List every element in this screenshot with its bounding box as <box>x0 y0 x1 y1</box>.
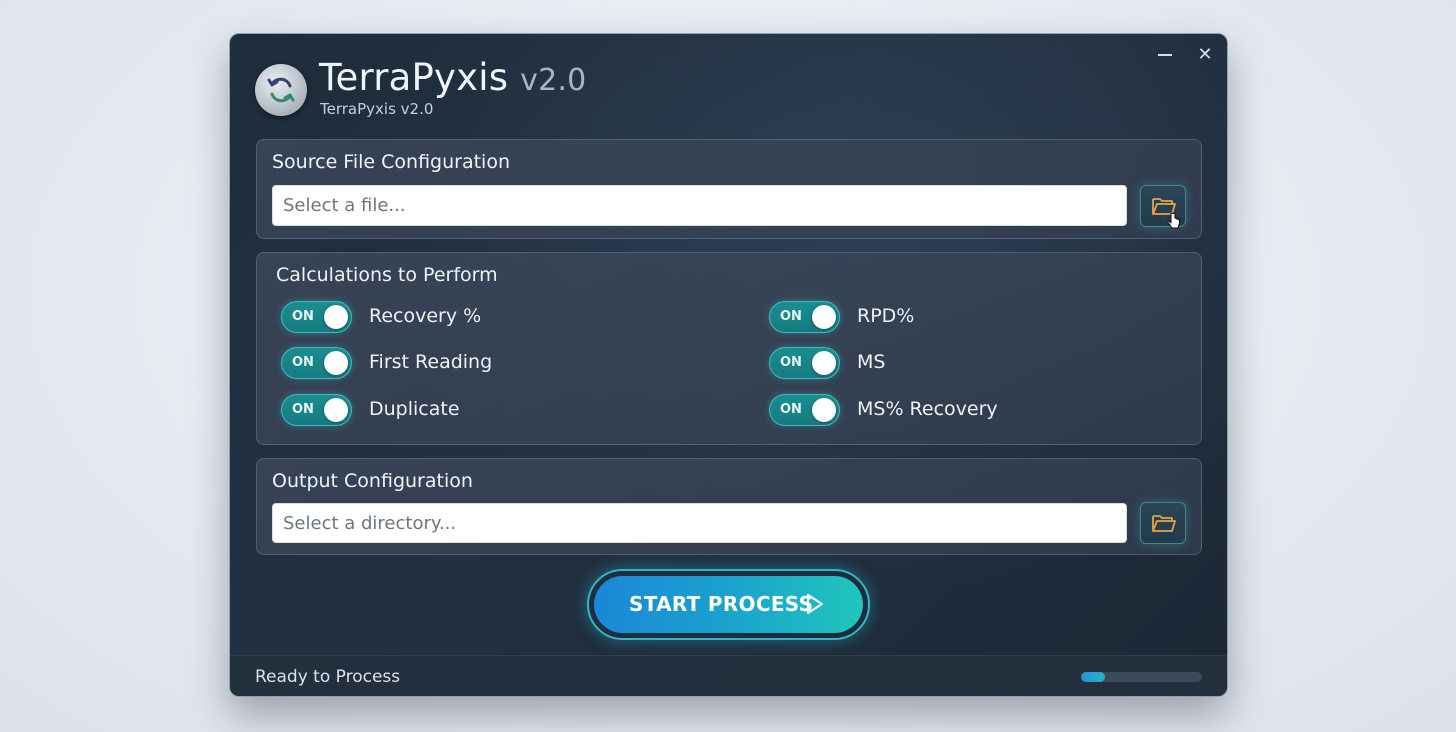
app-title: TerraPyxis v2.0 <box>319 56 586 99</box>
toggle-state-label: ON <box>780 309 802 324</box>
start-process-label: START PROCESS <box>629 592 814 616</box>
hand-cursor-icon <box>1167 212 1180 229</box>
output-config-panel: Output Configuration <box>256 458 1202 555</box>
status-bar: Ready to Process <box>230 655 1227 696</box>
toggle-knob <box>324 351 348 375</box>
duplicate-label: Duplicate <box>369 398 460 420</box>
toggle-knob <box>812 398 836 422</box>
start-process-button[interactable]: START PROCESS <box>594 576 863 633</box>
toggle-knob <box>812 351 836 375</box>
toggle-state-label: ON <box>780 402 802 417</box>
first-reading-toggle[interactable]: ON <box>281 347 352 379</box>
source-panel-title: Source File Configuration <box>272 151 510 173</box>
app-window: ✕ TerraPyxis v2.0 TerraPyxis v2.0 Source… <box>229 33 1228 697</box>
recovery-label: Recovery % <box>369 305 482 327</box>
output-panel-title: Output Configuration <box>272 470 473 492</box>
ms-label: MS <box>857 351 886 373</box>
ms-recovery-toggle[interactable]: ON <box>769 394 840 426</box>
ms-toggle[interactable]: ON <box>769 347 840 379</box>
source-file-panel: Source File Configuration <box>256 139 1202 239</box>
ms-recovery-label: MS% Recovery <box>857 398 998 420</box>
rpd-label: RPD% <box>857 305 915 327</box>
recovery-toggle[interactable]: ON <box>281 301 352 333</box>
app-title-name: TerraPyxis <box>319 56 509 99</box>
app-title-version: v2.0 <box>520 63 587 98</box>
close-button[interactable]: ✕ <box>1191 44 1219 66</box>
play-icon <box>807 594 823 614</box>
toggle-state-label: ON <box>292 402 314 417</box>
start-process-button-ring: START PROCESS <box>587 569 870 640</box>
calculations-panel: Calculations to Perform ON Recovery % ON… <box>256 252 1202 445</box>
calculations-panel-title: Calculations to Perform <box>276 264 498 286</box>
app-subtitle: TerraPyxis v2.0 <box>320 100 434 118</box>
status-text: Ready to Process <box>255 667 401 687</box>
toggle-knob <box>324 305 348 329</box>
output-directory-input[interactable] <box>272 503 1127 543</box>
toggle-knob <box>324 398 348 422</box>
output-browse-button[interactable] <box>1140 502 1186 544</box>
app-logo <box>255 64 307 116</box>
minimize-icon <box>1158 54 1172 56</box>
toggle-state-label: ON <box>780 355 802 370</box>
duplicate-toggle[interactable]: ON <box>281 394 352 426</box>
toggle-knob <box>812 305 836 329</box>
refresh-sync-icon <box>267 77 295 103</box>
minimize-button[interactable] <box>1151 44 1179 66</box>
rpd-toggle[interactable]: ON <box>769 301 840 333</box>
close-icon: ✕ <box>1197 44 1213 65</box>
first-reading-label: First Reading <box>369 351 493 373</box>
source-file-input[interactable] <box>272 185 1127 226</box>
toggle-state-label: ON <box>292 355 314 370</box>
progress-bar-fill <box>1081 672 1106 682</box>
folder-open-icon <box>1152 515 1176 532</box>
progress-bar <box>1081 672 1202 682</box>
toggle-state-label: ON <box>292 309 314 324</box>
